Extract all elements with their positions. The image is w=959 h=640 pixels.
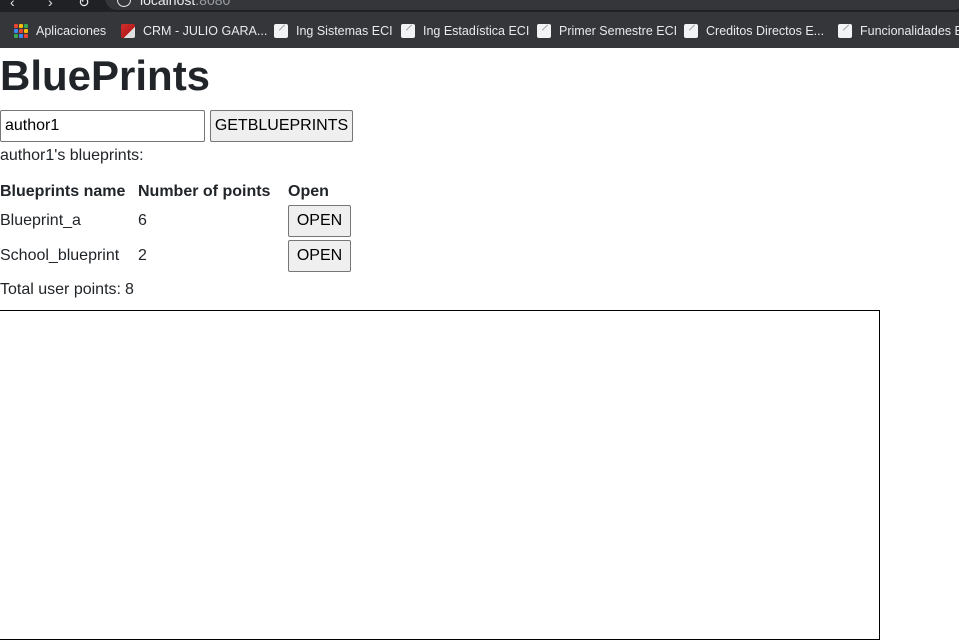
open-cell: OPEN xyxy=(288,203,354,238)
apps-grid-icon xyxy=(14,24,28,38)
forward-icon[interactable]: › xyxy=(48,0,53,10)
total-user-points: Total user points: 8 xyxy=(0,280,134,300)
bookmark-label: Creditos Directos E... xyxy=(706,24,825,38)
blueprint-points: 6 xyxy=(138,211,147,229)
page-icon xyxy=(401,24,415,38)
bookmark-aplicaciones[interactable]: Aplicaciones xyxy=(14,22,106,40)
bookmark-label: Aplicaciones xyxy=(36,24,107,38)
address-bar-url[interactable]: localhost:8080 xyxy=(140,0,230,8)
open-button[interactable]: OPEN xyxy=(288,204,351,237)
bookmark-label: Ing Sistemas ECI xyxy=(296,24,393,38)
bookmark-label: Ing Estadística ECI xyxy=(423,24,530,38)
get-blueprints-button[interactable]: GETBLUEPRINTS xyxy=(210,110,353,142)
blueprint-points: 2 xyxy=(138,246,147,264)
blueprint-name: School_blueprint xyxy=(0,246,120,264)
total-value: 8 xyxy=(124,281,134,298)
table-row: School_blueprint 2 OPEN xyxy=(0,238,354,273)
bookmark-label: CRM - JULIO GARA... xyxy=(143,24,268,38)
table-header-row: Blueprints name Number of points Open xyxy=(0,180,354,203)
blueprints-table: Blueprints name Number of points Open Bl… xyxy=(0,180,354,273)
browser-toolbar: ‹ › ↻ localhost:8080 xyxy=(0,0,959,12)
reload-icon[interactable]: ↻ xyxy=(78,0,90,11)
page-icon xyxy=(274,24,288,38)
bookmark-primer-semestre[interactable]: Primer Semestre ECI xyxy=(537,22,677,40)
page-icon xyxy=(537,24,551,38)
page-title: BluePrints xyxy=(0,52,211,99)
bookmark-funcionalidades[interactable]: Funcionalidades En xyxy=(838,22,959,40)
page-icon xyxy=(684,24,698,38)
header-open: Open xyxy=(288,182,329,200)
page-icon xyxy=(838,24,852,38)
bookmark-ing-estadistica[interactable]: Ing Estadística ECI xyxy=(401,22,529,40)
open-button[interactable]: OPEN xyxy=(288,239,351,272)
back-icon[interactable]: ‹ xyxy=(10,0,15,10)
blueprint-name: Blueprint_a xyxy=(0,211,81,229)
bookmarks-bar: Aplicaciones CRM - JULIO GARA... Ing Sis… xyxy=(0,12,959,48)
header-blueprints-name: Blueprints name xyxy=(0,182,126,200)
address-bar[interactable] xyxy=(105,0,959,10)
bookmark-ing-sistemas[interactable]: Ing Sistemas ECI xyxy=(274,22,393,40)
total-label: Total user points: xyxy=(0,281,121,298)
table-row: Blueprint_a 6 OPEN xyxy=(0,203,354,238)
open-cell: OPEN xyxy=(288,238,354,273)
bookmark-crm[interactable]: CRM - JULIO GARA... xyxy=(121,22,267,40)
bookmark-creditos-directos[interactable]: Creditos Directos E... xyxy=(684,22,824,40)
crm-icon xyxy=(121,24,135,38)
author-blueprints-heading: author1's blueprints: xyxy=(0,147,144,164)
bookmark-label: Primer Semestre ECI xyxy=(559,24,678,38)
blueprint-canvas[interactable] xyxy=(0,310,880,640)
header-number-of-points: Number of points xyxy=(138,182,271,200)
bookmark-label: Funcionalidades En xyxy=(860,24,959,38)
author-input[interactable] xyxy=(0,110,205,142)
